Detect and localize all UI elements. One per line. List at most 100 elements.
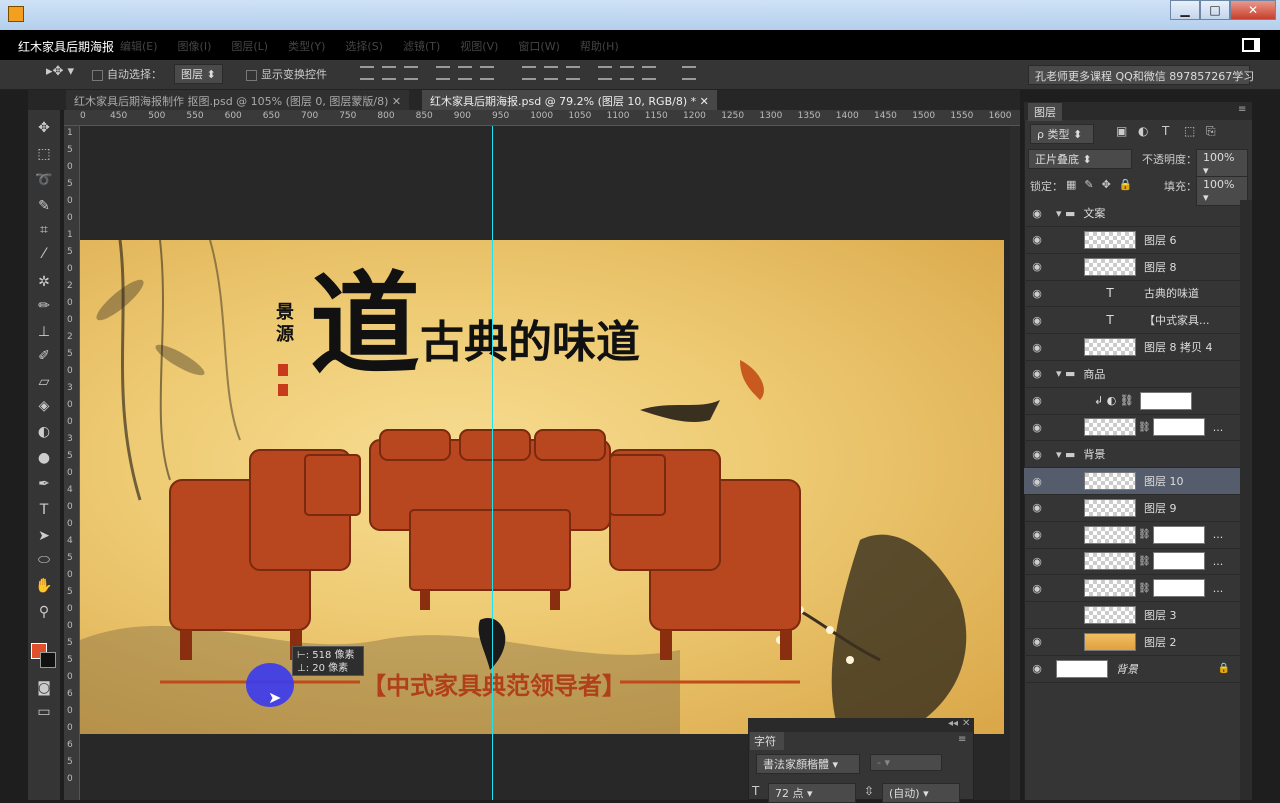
layer-group-row[interactable]: ◉ ▾ ▬ 商品 xyxy=(1024,361,1240,388)
auto-select-checkbox-box[interactable] xyxy=(92,69,103,81)
layer-row[interactable]: ◉ 图层 8 xyxy=(1024,254,1240,281)
layer-row[interactable]: ◉ T 【中式家具... xyxy=(1024,307,1240,335)
layer-thumbnail[interactable] xyxy=(1084,338,1136,356)
minimize-button[interactable]: ▁ xyxy=(1170,0,1200,20)
mask-link-icon[interactable]: ⛓ xyxy=(1138,422,1151,433)
layer-row[interactable]: ◉ ↲ ◐ ⛓ xyxy=(1024,388,1240,415)
maximize-button[interactable]: □ xyxy=(1200,0,1230,20)
font-family-dropdown[interactable]: 書法家顏楷體 ▾ xyxy=(756,754,860,774)
align-top-icon[interactable] xyxy=(360,66,374,80)
layer-thumbnail[interactable] xyxy=(1084,257,1136,276)
eyedropper-tool-icon[interactable]: ⁄ xyxy=(34,244,54,264)
character-panel-header[interactable] xyxy=(748,718,974,732)
layer-mask-thumbnail[interactable] xyxy=(1139,391,1192,410)
healing-brush-tool-icon[interactable]: ✲ xyxy=(34,272,54,292)
layer-thumbnail[interactable] xyxy=(1084,632,1136,651)
ellipse-tool-icon[interactable]: ⬭ xyxy=(34,550,54,570)
visibility-eye-icon[interactable]: ◉ xyxy=(1024,314,1050,327)
leading-field[interactable]: (自动) ▾ xyxy=(882,783,960,803)
visibility-eye-icon[interactable]: ◉ xyxy=(1024,287,1050,300)
pen-tool-icon[interactable]: ✒ xyxy=(34,474,54,494)
visibility-eye-icon[interactable]: ◉ xyxy=(1024,394,1050,407)
poster-canvas[interactable]: 道 古典的味道 景源 【中式家具典范领导者】 xyxy=(80,240,1004,734)
auto-select-checkbox[interactable]: 自动选择： xyxy=(92,66,162,82)
layer-row[interactable]: ◉ ⛓... xyxy=(1024,575,1240,603)
distribute-bottom-icon[interactable] xyxy=(566,66,580,80)
distribute-vcenter-icon[interactable] xyxy=(544,66,558,80)
visibility-eye-icon[interactable]: ◉ xyxy=(1024,582,1050,595)
character-panel-close-icon[interactable]: ✕ xyxy=(962,718,970,729)
menu-item-edit[interactable]: 编辑(E) xyxy=(120,38,158,54)
layer-row[interactable]: ◉ 图层 6 xyxy=(1024,227,1240,254)
align-vertical-center-icon[interactable] xyxy=(382,66,396,80)
show-transform-checkbox-box[interactable] xyxy=(246,69,257,81)
layer-thumbnail[interactable] xyxy=(1084,552,1136,571)
layer-mask-thumbnail[interactable] xyxy=(1152,552,1205,571)
filter-adjustment-icon[interactable]: ◐ xyxy=(1138,124,1148,138)
layer-thumbnail[interactable] xyxy=(1084,525,1136,544)
character-panel-tab[interactable]: 字符 xyxy=(750,732,784,750)
visibility-eye-icon[interactable]: ◉ xyxy=(1024,233,1050,246)
layer-thumbnail[interactable] xyxy=(1056,659,1108,678)
layers-scrollbar[interactable] xyxy=(1240,200,1252,800)
visibility-eye-icon[interactable]: ◉ xyxy=(1024,555,1050,568)
layer-group-row[interactable]: ◉ ▾ ▬ 背景 xyxy=(1024,441,1240,469)
font-style-dropdown[interactable]: - ▾ xyxy=(870,754,942,771)
workspace-switcher-icon[interactable] xyxy=(1242,38,1260,52)
menu-item-type[interactable]: 类型(Y) xyxy=(288,38,325,54)
menu-item-select[interactable]: 选择(S) xyxy=(345,38,383,54)
layer-mask-thumbnail[interactable] xyxy=(1152,418,1205,437)
lasso-tool-icon[interactable]: ➰ xyxy=(34,170,54,190)
paint-bucket-tool-icon[interactable]: ◈ xyxy=(34,396,54,416)
distribute-top-icon[interactable] xyxy=(522,66,536,80)
layer-thumbnail[interactable] xyxy=(1084,418,1136,437)
background-color-swatch[interactable] xyxy=(40,652,56,668)
character-panel-menu-icon[interactable]: ≡ xyxy=(958,734,966,745)
visibility-eye-icon[interactable]: ◉ xyxy=(1024,662,1050,675)
visibility-eye-icon[interactable]: ◉ xyxy=(1024,341,1050,354)
hand-tool-icon[interactable]: ✋ xyxy=(34,576,54,596)
tab-close-icon[interactable]: ✕ xyxy=(700,95,709,108)
quick-mask-icon[interactable]: ◙ xyxy=(34,678,54,698)
mask-link-icon[interactable]: ⛓ xyxy=(1138,556,1151,567)
layer-row[interactable]: ◉ 图层 10 xyxy=(1024,468,1240,495)
menu-item-help[interactable]: 帮助(H) xyxy=(580,38,619,54)
filter-type-icon[interactable]: T xyxy=(1162,124,1169,138)
path-selection-tool-icon[interactable]: ➤ xyxy=(34,526,54,546)
marquee-tool-icon[interactable]: ⬚ xyxy=(34,144,54,164)
distribute-hcenter-icon[interactable] xyxy=(620,66,634,80)
zoom-tool-icon[interactable]: ⚲ xyxy=(34,602,54,622)
folder-icon[interactable]: ▾ ▬ xyxy=(1056,448,1075,461)
history-brush-tool-icon[interactable]: ✐ xyxy=(34,346,54,366)
type-tool-icon[interactable]: T xyxy=(34,500,54,520)
folder-icon[interactable]: ▾ ▬ xyxy=(1056,207,1075,220)
layer-thumbnail[interactable] xyxy=(1084,230,1136,249)
visibility-eye-icon[interactable]: ◉ xyxy=(1024,528,1050,541)
layer-group-row[interactable]: ◉ ▾ ▬ 文案 xyxy=(1024,200,1240,227)
filter-smart-object-icon[interactable]: ⎘ xyxy=(1206,124,1216,139)
menu-item-filter[interactable]: 滤镜(T) xyxy=(403,38,440,54)
visibility-eye-icon[interactable]: ◉ xyxy=(1024,501,1050,514)
auto-align-layers-icon[interactable] xyxy=(682,66,696,80)
visibility-eye-icon[interactable]: ◉ xyxy=(1024,260,1050,273)
close-button[interactable]: ✕ xyxy=(1230,0,1276,20)
layer-filter-dropdown[interactable]: ρ 类型 ⬍ xyxy=(1030,124,1094,144)
canvas-vertical-scrollbar[interactable] xyxy=(1010,126,1020,800)
auto-select-dropdown[interactable]: 图层 ⬍ xyxy=(174,64,223,84)
visibility-eye-icon[interactable]: ◉ xyxy=(1024,421,1050,434)
visibility-eye-icon[interactable]: ◉ xyxy=(1024,475,1050,488)
folder-icon[interactable]: ▾ ▬ xyxy=(1056,367,1075,380)
move-tool-icon[interactable]: ✥ xyxy=(34,118,54,138)
distribute-right-icon[interactable] xyxy=(642,66,656,80)
mask-link-icon[interactable]: ⛓ xyxy=(1138,583,1151,594)
window-titlebar[interactable] xyxy=(0,0,1280,30)
layer-mask-thumbnail[interactable] xyxy=(1152,525,1205,544)
layers-panel-tab[interactable]: 图层 xyxy=(1028,103,1062,121)
quick-select-tool-icon[interactable]: ✎ xyxy=(34,196,54,216)
visibility-eye-icon[interactable]: ◉ xyxy=(1024,448,1050,461)
opacity-field[interactable]: 100% ▾ xyxy=(1196,149,1248,179)
visibility-eye-icon[interactable]: ◉ xyxy=(1024,635,1050,648)
eraser-tool-icon[interactable]: ▱ xyxy=(34,372,54,392)
filter-shape-icon[interactable]: ⬚ xyxy=(1184,124,1195,138)
visibility-eye-icon[interactable]: ◉ xyxy=(1024,367,1050,380)
